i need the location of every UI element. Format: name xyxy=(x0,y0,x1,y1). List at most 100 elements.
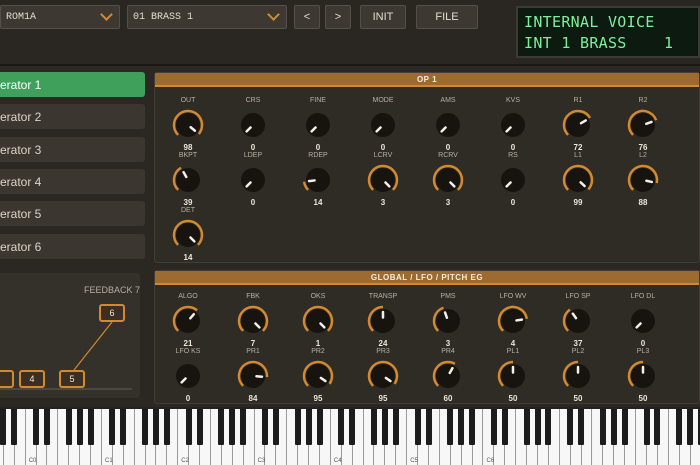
knob-out[interactable]: OUT 98 xyxy=(155,96,221,152)
black-key[interactable] xyxy=(316,409,323,445)
knob-bkpt[interactable]: BKPT 39 xyxy=(155,151,221,207)
black-key[interactable] xyxy=(11,409,18,445)
knob-pl2[interactable]: PL2 50 xyxy=(545,347,611,403)
knob-rcrv[interactable]: RCRV 3 xyxy=(415,151,481,207)
knob-fine[interactable]: FINE 0 xyxy=(285,96,351,152)
piano-keyboard[interactable]: C0 C1 C2 C3 C4 C5 C6 xyxy=(0,407,700,465)
knob-transp[interactable]: TRANSP 24 xyxy=(350,292,416,348)
black-key[interactable] xyxy=(240,409,247,445)
black-key[interactable] xyxy=(621,409,628,445)
voice-select[interactable]: 01 BRASS 1 xyxy=(127,5,287,29)
black-key[interactable] xyxy=(262,409,268,445)
black-key[interactable] xyxy=(447,409,454,445)
black-key[interactable] xyxy=(534,409,541,445)
black-key[interactable] xyxy=(196,409,203,445)
black-key[interactable] xyxy=(469,409,476,445)
black-key[interactable] xyxy=(599,409,606,445)
knob-ams[interactable]: AMS 0 xyxy=(415,96,481,152)
knob-l1[interactable]: L1 99 xyxy=(545,151,611,207)
knob-l2[interactable]: L2 88 xyxy=(610,151,676,207)
next-voice-button[interactable]: > xyxy=(325,5,351,29)
black-key[interactable] xyxy=(687,409,694,445)
knob-pr4[interactable]: PR4 60 xyxy=(415,347,481,403)
black-key[interactable] xyxy=(163,409,170,445)
knob-kvs[interactable]: KVS 0 xyxy=(480,96,546,152)
knob-rdep[interactable]: RDEP 14 xyxy=(285,151,351,207)
knob-lcrv[interactable]: LCRV 3 xyxy=(350,151,416,207)
black-key[interactable] xyxy=(458,409,465,445)
knob-lfo-dl[interactable]: LFO DL 0 xyxy=(610,292,676,348)
knob-r2[interactable]: R2 76 xyxy=(610,96,676,152)
black-key[interactable] xyxy=(87,409,94,445)
algorithm-operator-box[interactable]: 6 xyxy=(99,304,125,322)
black-key[interactable] xyxy=(109,409,116,445)
black-key[interactable] xyxy=(654,409,661,445)
knob-ldep[interactable]: LDEP 0 xyxy=(220,151,286,207)
black-key[interactable] xyxy=(153,409,159,445)
knob-lfo-ks[interactable]: LFO KS 0 xyxy=(155,347,221,403)
operator-tab-2[interactable]: erator 2 xyxy=(0,104,145,129)
operator-tab-5[interactable]: erator 5 xyxy=(0,201,145,226)
black-key[interactable] xyxy=(65,409,72,445)
black-key[interactable] xyxy=(545,409,552,445)
knob-lfo-wv[interactable]: LFO WV 4 xyxy=(480,292,546,348)
knob-lfo-sp[interactable]: LFO SP 37 xyxy=(545,292,611,348)
black-key[interactable] xyxy=(185,409,192,445)
knob-value: 50 xyxy=(508,394,518,403)
black-key[interactable] xyxy=(381,409,388,445)
black-key[interactable] xyxy=(229,409,236,445)
operator-tab-3[interactable]: erator 3 xyxy=(0,137,145,162)
black-key[interactable] xyxy=(643,409,650,445)
black-key[interactable] xyxy=(272,409,279,445)
black-key[interactable] xyxy=(294,409,301,445)
black-key[interactable] xyxy=(142,409,149,445)
black-key[interactable] xyxy=(44,409,50,445)
black-key[interactable] xyxy=(676,409,683,445)
knob-pms[interactable]: PMS 3 xyxy=(415,292,481,348)
black-key[interactable] xyxy=(610,409,617,445)
operator-tab-6[interactable]: erator 6 xyxy=(0,234,145,259)
black-key[interactable] xyxy=(338,409,345,445)
knob-det[interactable]: DET 14 xyxy=(155,206,221,262)
knob-pr2[interactable]: PR2 95 xyxy=(285,347,351,403)
init-button[interactable]: INIT xyxy=(360,5,406,29)
file-button[interactable]: FILE xyxy=(416,5,478,29)
knob-rs[interactable]: RS 0 xyxy=(480,151,546,207)
knob-label: LFO KS xyxy=(175,348,201,355)
knob-r1[interactable]: R1 72 xyxy=(545,96,611,152)
knob-mode[interactable]: MODE 0 xyxy=(350,96,416,152)
black-key[interactable] xyxy=(578,409,585,445)
bank-select[interactable]: ROM1A xyxy=(0,5,120,29)
black-key[interactable] xyxy=(490,409,497,445)
black-key[interactable] xyxy=(414,409,421,445)
operator-tab-4[interactable]: erator 4 xyxy=(0,169,145,194)
knob-fbk[interactable]: FBK 7 xyxy=(220,292,286,348)
black-key[interactable] xyxy=(349,409,356,445)
knob-pl3[interactable]: PL3 50 xyxy=(610,347,676,403)
knob-pr1[interactable]: PR1 84 xyxy=(220,347,286,403)
algorithm-operator-box[interactable] xyxy=(0,370,14,388)
knob-pr3[interactable]: PR3 95 xyxy=(350,347,416,403)
black-key[interactable] xyxy=(0,409,7,445)
knob-algo[interactable]: ALGO 21 xyxy=(155,292,221,348)
black-key[interactable] xyxy=(425,409,432,445)
black-key[interactable] xyxy=(120,409,127,445)
octave-label: C2 xyxy=(181,458,189,464)
black-key[interactable] xyxy=(76,409,83,445)
operator-tab-1[interactable]: erator 1 xyxy=(0,72,145,97)
black-key[interactable] xyxy=(33,409,40,445)
black-key[interactable] xyxy=(218,409,225,445)
algorithm-operator-box[interactable]: 5 xyxy=(59,370,85,388)
black-key[interactable] xyxy=(305,409,312,445)
knob-crs[interactable]: CRS 0 xyxy=(220,96,286,152)
black-key[interactable] xyxy=(371,409,377,445)
algorithm-operator-box[interactable]: 4 xyxy=(19,370,45,388)
knob-oks[interactable]: OKS 1 xyxy=(285,292,351,348)
black-key[interactable] xyxy=(523,409,530,445)
black-key[interactable] xyxy=(567,409,574,445)
prev-voice-button[interactable]: < xyxy=(294,5,320,29)
black-key[interactable] xyxy=(392,409,399,445)
black-key[interactable] xyxy=(501,409,508,445)
knob-value: 3 xyxy=(380,198,386,207)
knob-pl1[interactable]: PL1 50 xyxy=(480,347,546,403)
